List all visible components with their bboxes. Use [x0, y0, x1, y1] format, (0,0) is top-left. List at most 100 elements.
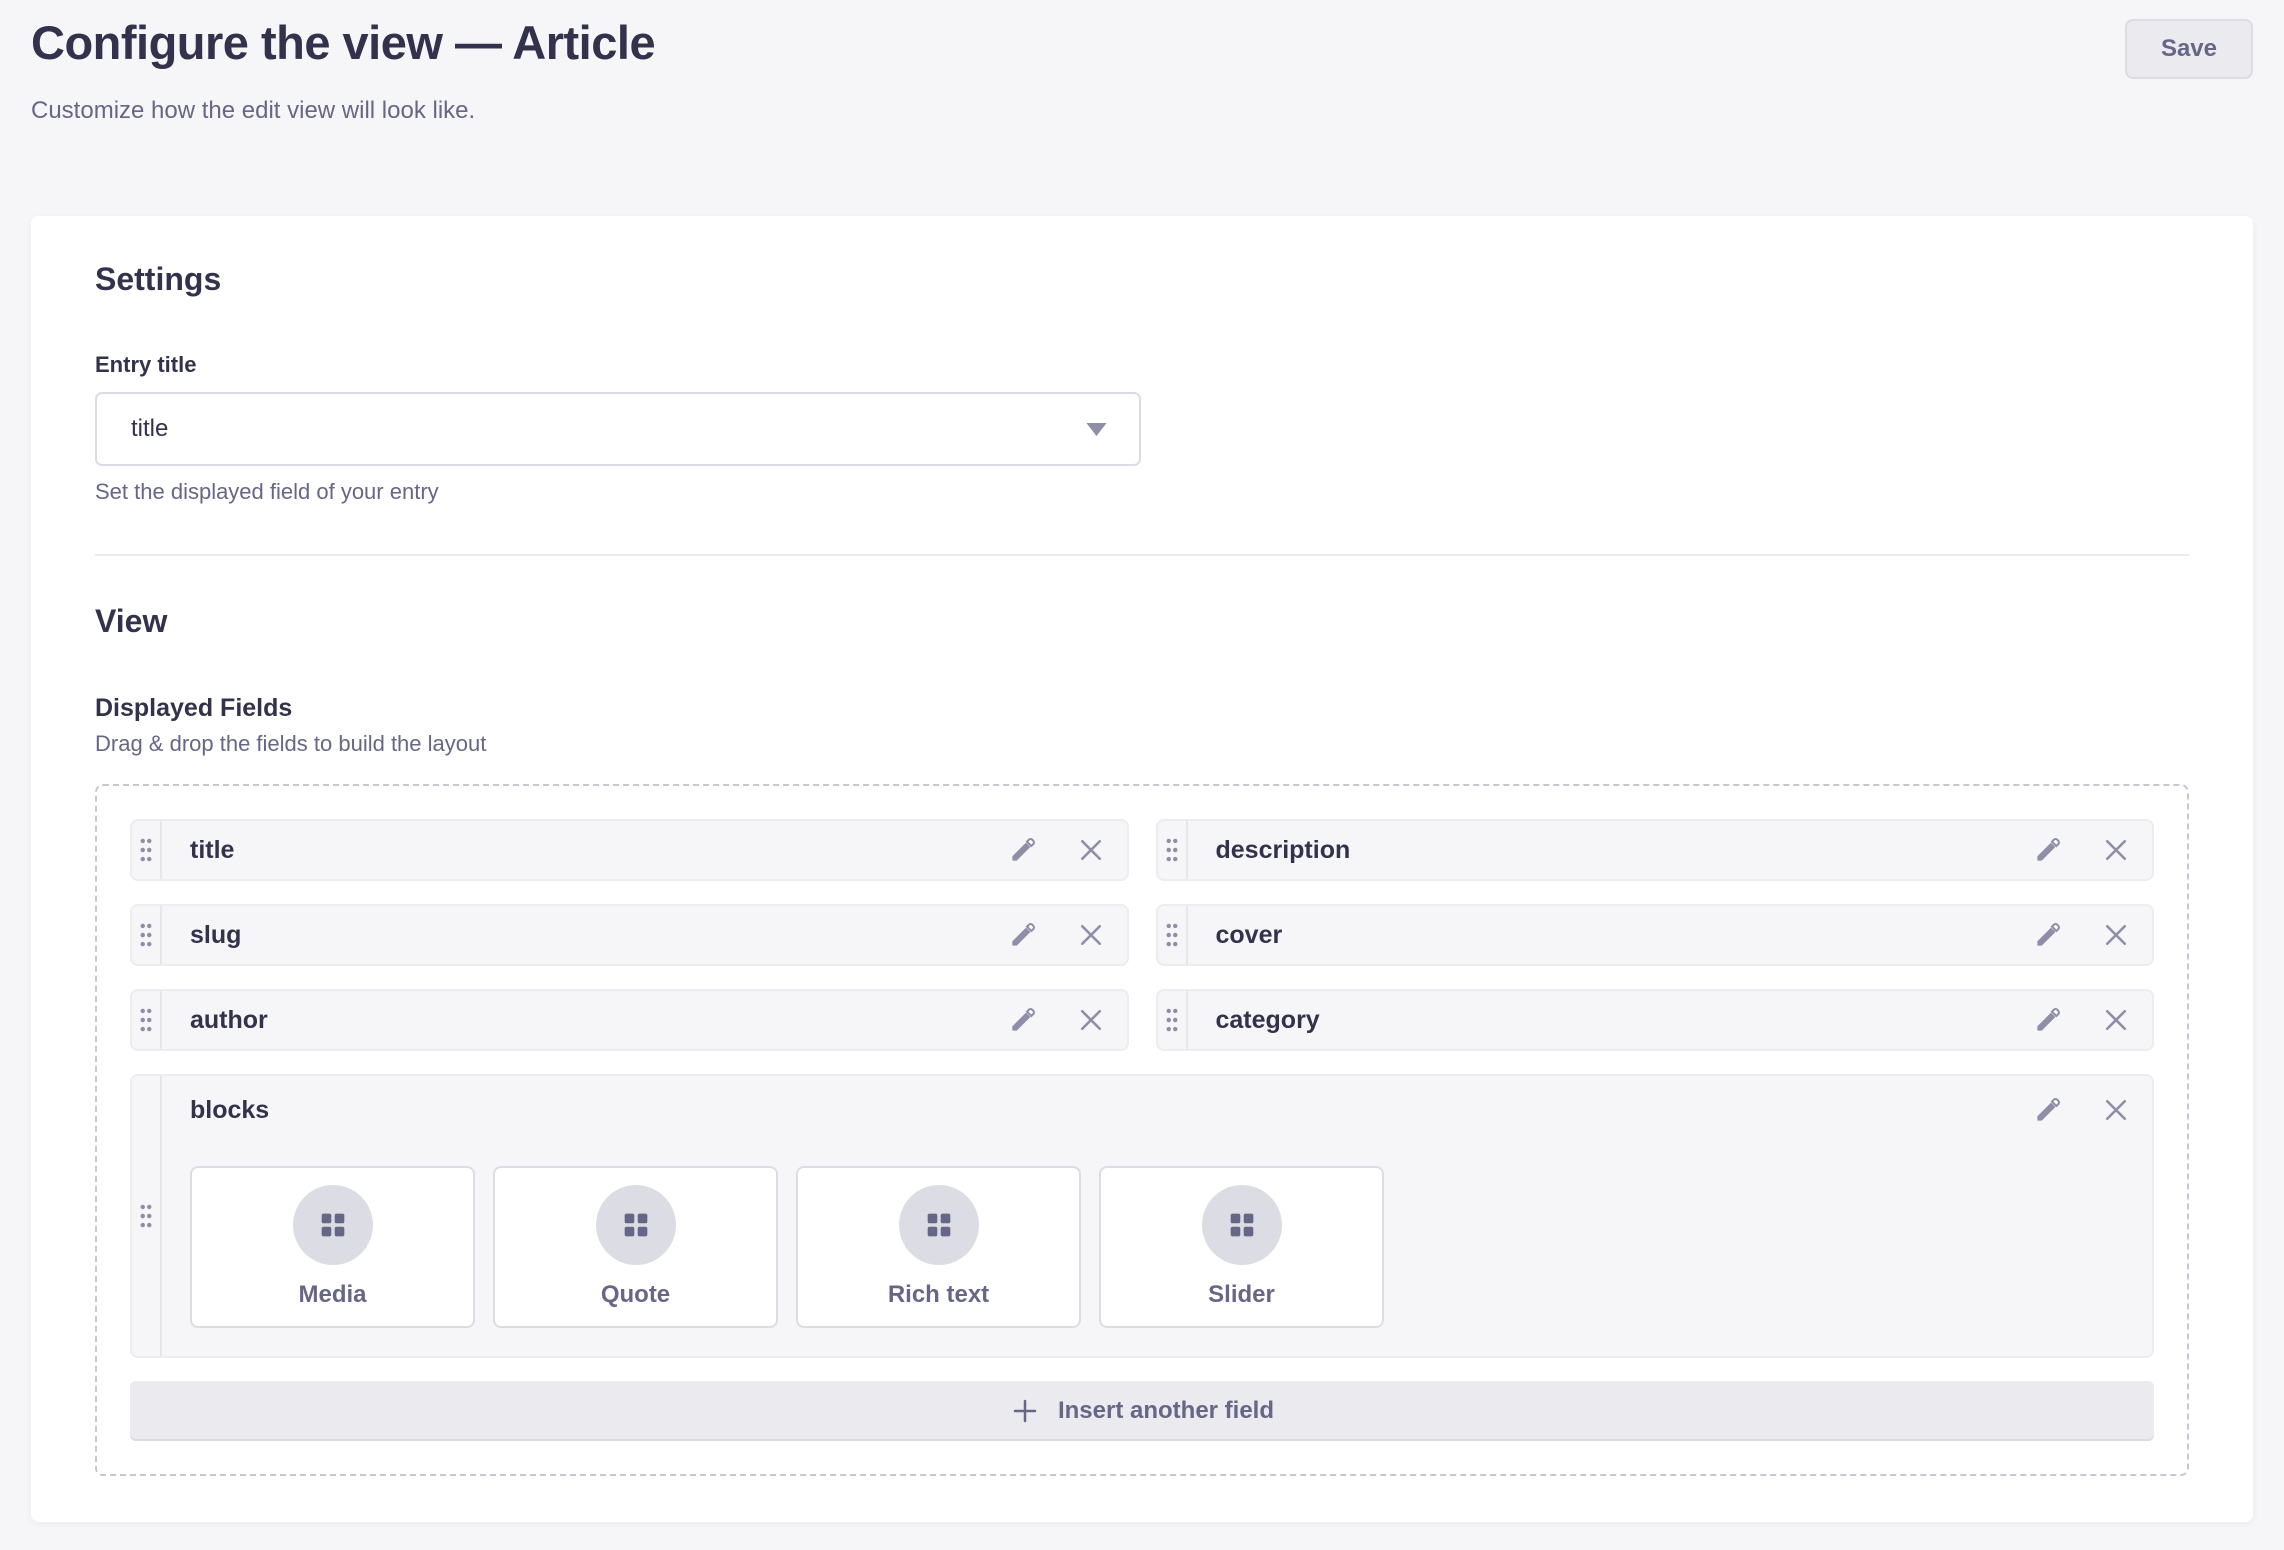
pencil-icon [2033, 835, 2063, 865]
pencil-icon [1008, 920, 1038, 950]
drag-handle[interactable] [132, 991, 162, 1049]
close-icon [1076, 920, 1106, 950]
settings-section: Settings Entry title title Set the displ… [95, 260, 2189, 506]
plus-icon [1010, 1396, 1040, 1426]
component-field-row: blocks [130, 1074, 2154, 1358]
close-icon [1076, 1005, 1106, 1035]
remove-field-button[interactable] [2100, 834, 2132, 866]
field-name-label: author [190, 1006, 268, 1035]
component-cards-list: Media Quote Rich text [190, 1166, 2132, 1328]
grid-icon [1225, 1208, 1259, 1242]
displayed-fields-header: Displayed Fields Drag & drop the fields … [95, 692, 2189, 758]
field-row-actions [1007, 834, 1107, 866]
six-dots-drag-icon [138, 922, 154, 948]
drag-handle[interactable] [132, 821, 162, 879]
pencil-icon [2033, 920, 2063, 950]
pencil-icon [2033, 1005, 2063, 1035]
six-dots-drag-icon [138, 1007, 154, 1033]
remove-field-button[interactable] [2100, 1004, 2132, 1036]
close-icon [2101, 835, 2131, 865]
page-title: Configure the view — Article [31, 14, 655, 72]
field-row: cover [1156, 904, 2155, 966]
edit-field-button[interactable] [2032, 834, 2064, 866]
entry-title-group: Entry title title Set the displayed fiel… [95, 352, 2189, 506]
caret-down-icon [1086, 423, 1107, 436]
pencil-icon [2033, 1095, 2063, 1125]
field-name-label: category [1216, 1006, 1320, 1035]
component-name-label: Rich text [888, 1281, 989, 1309]
save-button[interactable]: Save [2125, 19, 2253, 79]
component-card[interactable]: Rich text [796, 1166, 1081, 1328]
remove-field-button[interactable] [1075, 1004, 1107, 1036]
component-icon-circle [596, 1185, 676, 1265]
close-icon [2101, 920, 2131, 950]
component-name-label: Quote [601, 1281, 670, 1309]
edit-field-button[interactable] [1007, 834, 1039, 866]
edit-field-button[interactable] [2032, 1094, 2064, 1126]
remove-field-button[interactable] [1075, 919, 1107, 951]
drag-handle[interactable] [1158, 991, 1188, 1049]
field-row-body: slug [162, 906, 1127, 964]
remove-field-button[interactable] [2100, 1094, 2132, 1126]
field-row: title [130, 819, 1129, 881]
grid-icon [922, 1208, 956, 1242]
component-icon-circle [1202, 1185, 1282, 1265]
page-header: Configure the view — Article Customize h… [0, 0, 2284, 126]
edit-field-button[interactable] [2032, 1004, 2064, 1036]
edit-field-button[interactable] [2032, 919, 2064, 951]
six-dots-drag-icon [1164, 1007, 1180, 1033]
drag-handle[interactable] [132, 1076, 162, 1356]
six-dots-drag-icon [138, 1203, 154, 1229]
fields-grid: title [130, 819, 2154, 1051]
field-row-actions [2032, 919, 2132, 951]
settings-heading: Settings [95, 260, 2189, 298]
component-card[interactable]: Media [190, 1166, 475, 1328]
entry-title-select[interactable]: title [95, 392, 1141, 466]
section-divider [95, 554, 2189, 556]
six-dots-drag-icon [1164, 837, 1180, 863]
drag-handle[interactable] [132, 906, 162, 964]
field-name-label: slug [190, 921, 241, 950]
insert-field-button[interactable]: Insert another field [130, 1381, 2154, 1441]
pencil-icon [1008, 835, 1038, 865]
field-row: category [1156, 989, 2155, 1051]
drag-handle[interactable] [1158, 821, 1188, 879]
entry-title-hint: Set the displayed field of your entry [95, 478, 2189, 506]
entry-title-selected-value: title [131, 415, 168, 443]
field-row-body: cover [1188, 906, 2153, 964]
edit-field-button[interactable] [1007, 1004, 1039, 1036]
grid-icon [619, 1208, 653, 1242]
six-dots-drag-icon [138, 837, 154, 863]
configure-view-page: Configure the view — Article Customize h… [0, 0, 2284, 1550]
field-row: author [130, 989, 1129, 1051]
field-row: slug [130, 904, 1129, 966]
field-row-actions [2032, 1094, 2132, 1126]
edit-field-button[interactable] [1007, 919, 1039, 951]
field-name-label: cover [1216, 921, 1283, 950]
component-card[interactable]: Slider [1099, 1166, 1384, 1328]
fields-dropzone: title [95, 784, 2189, 1476]
component-icon-circle [293, 1185, 373, 1265]
content-card: Settings Entry title title Set the displ… [31, 216, 2253, 1522]
page-subtitle: Customize how the edit view will look li… [31, 96, 655, 126]
field-row: description [1156, 819, 2155, 881]
close-icon [2101, 1095, 2131, 1125]
page-header-text: Configure the view — Article Customize h… [31, 14, 655, 126]
entry-title-label: Entry title [95, 352, 2189, 378]
displayed-fields-hint: Drag & drop the fields to build the layo… [95, 730, 2189, 758]
component-icon-circle [899, 1185, 979, 1265]
field-row-body: author [162, 991, 1127, 1049]
view-section: View Displayed Fields Drag & drop the fi… [95, 602, 2189, 1476]
drag-handle[interactable] [1158, 906, 1188, 964]
component-name-label: Media [298, 1281, 366, 1309]
close-icon [1076, 835, 1106, 865]
field-row-body: description [1188, 821, 2153, 879]
component-card[interactable]: Quote [493, 1166, 778, 1328]
field-name-label: blocks [190, 1096, 269, 1125]
field-name-label: description [1216, 836, 1351, 865]
displayed-fields-label: Displayed Fields [95, 692, 2189, 724]
remove-field-button[interactable] [1075, 834, 1107, 866]
remove-field-button[interactable] [2100, 919, 2132, 951]
field-row-actions [1007, 1004, 1107, 1036]
six-dots-drag-icon [1164, 922, 1180, 948]
